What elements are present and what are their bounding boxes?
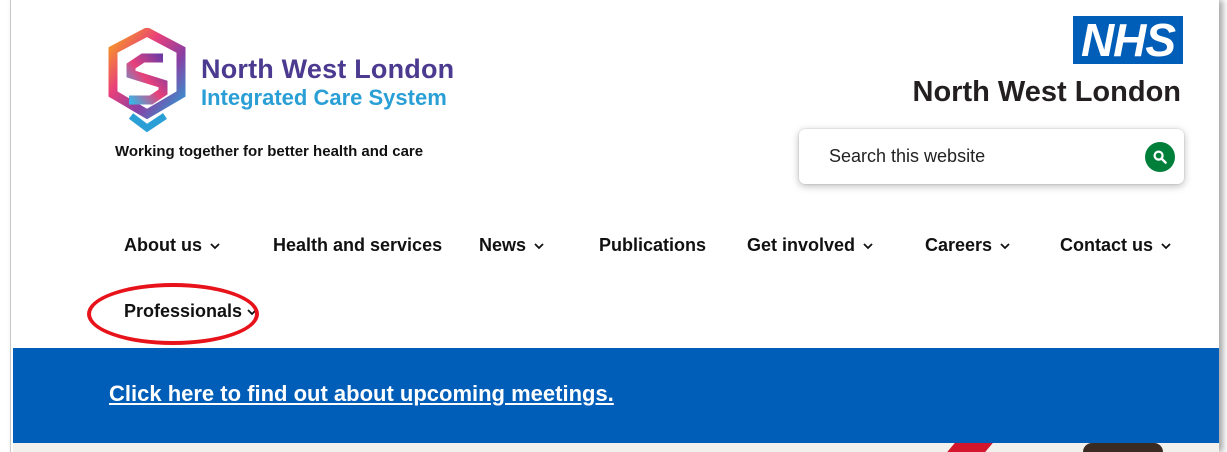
nav-health-label: Health and services bbox=[273, 235, 443, 255]
nav-health-and-services[interactable]: Health and services bbox=[273, 235, 442, 256]
nav-about-us[interactable]: About us bbox=[124, 235, 221, 256]
nav-publications[interactable]: Publications bbox=[599, 235, 706, 256]
nav-contact-us-label: Contact us bbox=[1060, 235, 1154, 255]
nav-news-label: News bbox=[479, 235, 527, 255]
chevron-down-icon bbox=[1161, 242, 1171, 249]
chevron-down-icon bbox=[210, 242, 220, 249]
nav-professionals-label: Professionals bbox=[124, 301, 243, 321]
nhs-region-name: North West London bbox=[912, 76, 1181, 108]
ics-tagline: Working together for better health and c… bbox=[115, 143, 424, 160]
nav-get-involved[interactable]: Get involved bbox=[747, 235, 874, 256]
nav-publications-label: Publications bbox=[599, 235, 707, 255]
chevron-down-icon bbox=[1000, 242, 1010, 249]
chevron-down-icon bbox=[863, 242, 873, 249]
search-icon bbox=[1153, 150, 1167, 164]
nav-about-us-label: About us bbox=[124, 235, 202, 255]
nav-get-involved-label: Get involved bbox=[747, 235, 856, 255]
nav-careers[interactable]: Careers bbox=[925, 235, 1011, 256]
nav-careers-label: Careers bbox=[925, 235, 993, 255]
nav-contact-us[interactable]: Contact us bbox=[1060, 235, 1172, 256]
chevron-down-icon bbox=[534, 242, 544, 249]
hero-image-person bbox=[1083, 443, 1163, 452]
page-frame: North West London Integrated Care System… bbox=[10, 0, 1219, 452]
hero-image-accent bbox=[947, 443, 993, 452]
nav-professionals[interactable]: Professionals bbox=[124, 301, 258, 322]
ics-name-line2: Integrated Care System bbox=[201, 85, 447, 110]
search-input[interactable] bbox=[829, 143, 1129, 169]
chevron-down-icon bbox=[247, 308, 257, 315]
ics-logo-icon bbox=[108, 28, 186, 133]
search-button[interactable] bbox=[1145, 142, 1175, 172]
ics-name-line1: North West London bbox=[201, 54, 455, 84]
hero-image bbox=[13, 443, 1219, 452]
ics-name: North West London Integrated Care System bbox=[201, 54, 454, 112]
nhs-logo: NHS bbox=[1073, 16, 1183, 64]
search-box bbox=[799, 129, 1184, 184]
nav-news[interactable]: News bbox=[479, 235, 545, 256]
upcoming-meetings-link[interactable]: Click here to find out about upcoming me… bbox=[109, 381, 614, 407]
announcement-banner: Click here to find out about upcoming me… bbox=[13, 348, 1219, 443]
